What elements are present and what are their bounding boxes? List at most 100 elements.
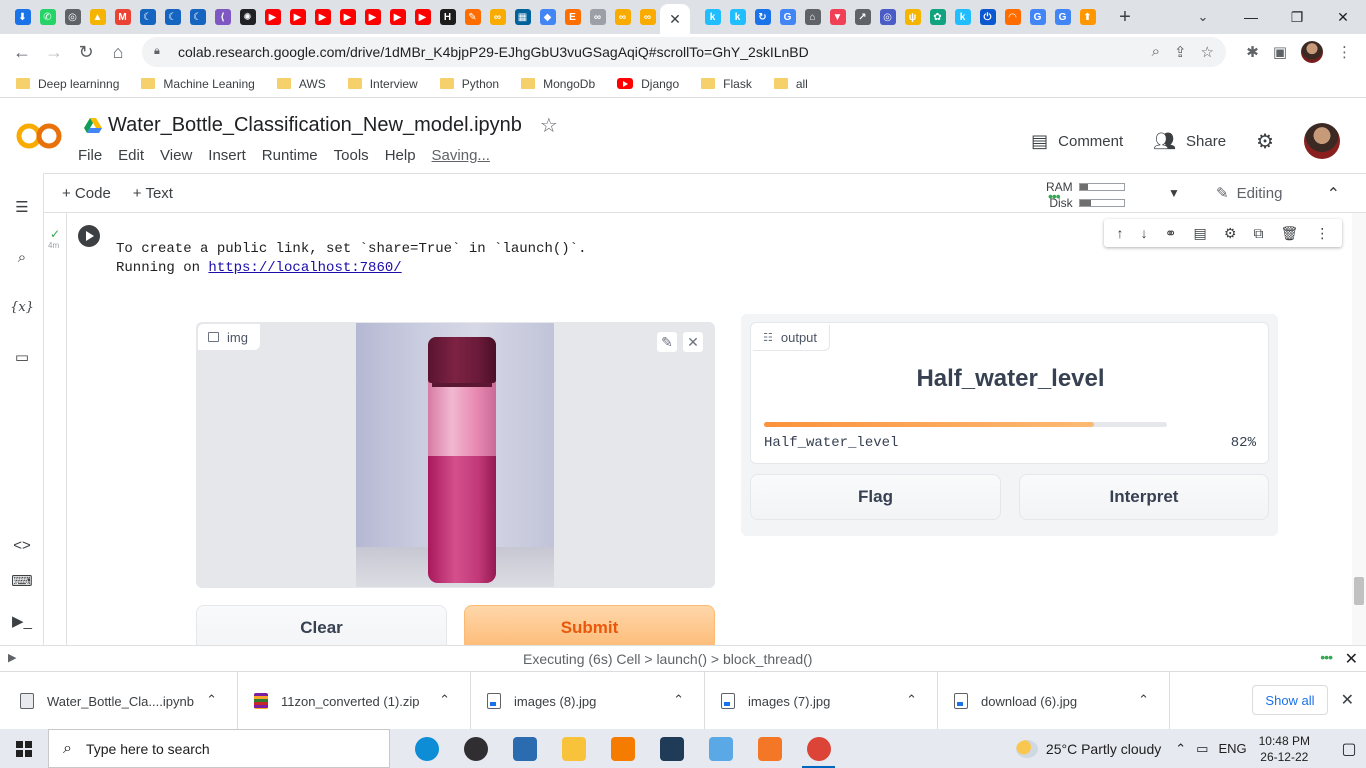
taskbar-app[interactable] (647, 729, 696, 768)
weather-widget[interactable]: 25°C Partly cloudy (1015, 739, 1161, 758)
browser-tab[interactable]: M (110, 0, 135, 34)
taskbar-app[interactable] (745, 729, 794, 768)
browser-tab[interactable]: ⌂ (800, 0, 825, 34)
browser-tab[interactable]: ☾ (160, 0, 185, 34)
bookmark-item[interactable]: all (773, 77, 808, 91)
bookmark-item[interactable]: Deep learninng (16, 77, 119, 91)
taskbar-app[interactable] (549, 729, 598, 768)
add-text-button[interactable]: + Text (133, 185, 173, 202)
download-item[interactable]: images (8).jpg ⌃ (471, 672, 705, 730)
colab-logo-icon[interactable] (16, 121, 62, 151)
edit-image-icon[interactable]: ✎ (656, 331, 678, 353)
google-drive-icon[interactable] (84, 117, 102, 134)
mirror-cell-icon[interactable]: ⧉ (1253, 225, 1263, 242)
resource-monitor[interactable]: RAM Disk (1046, 179, 1125, 211)
zoom-icon[interactable]: ⌕ (1152, 43, 1160, 61)
bookmark-star-icon[interactable]: ☆ (1201, 43, 1214, 61)
browser-tab[interactable]: ∞ (485, 0, 510, 34)
browser-tab[interactable]: ▶ (385, 0, 410, 34)
run-cell-button[interactable] (78, 225, 100, 247)
move-cell-down-icon[interactable]: ↓ (1141, 225, 1148, 241)
taskbar-search[interactable]: ⌕ Type here to search (48, 729, 390, 768)
new-tab-button[interactable]: + (1110, 0, 1140, 34)
bookmark-item[interactable]: Python (439, 77, 499, 91)
download-options-icon[interactable]: ⌃ (439, 692, 450, 708)
settings-gear-icon[interactable]: ⚙ (1256, 129, 1274, 154)
interpret-button[interactable]: Interpret (1019, 474, 1269, 520)
download-item[interactable]: Water_Bottle_Cla....ipynb ⌃ (0, 672, 238, 730)
browser-tab[interactable]: k (725, 0, 750, 34)
browser-tab[interactable]: ▼ (825, 0, 850, 34)
browser-tab[interactable]: G (1025, 0, 1050, 34)
download-item[interactable]: 11zon_converted (1).zip ⌃ (238, 672, 471, 730)
close-status-icon[interactable]: ✕ (1345, 649, 1358, 669)
menu-edit[interactable]: Edit (118, 147, 144, 164)
download-options-icon[interactable]: ⌃ (673, 692, 684, 708)
browser-tab[interactable]: ◠ (1000, 0, 1025, 34)
flag-button[interactable]: Flag (750, 474, 1001, 520)
more-actions-icon[interactable]: ⋮ (1315, 225, 1329, 242)
bookmark-item[interactable]: Interview (347, 77, 418, 91)
taskbar-app[interactable] (696, 729, 745, 768)
url-text[interactable]: colab.research.google.com/drive/1dMBr_K4… (178, 44, 809, 60)
variables-icon[interactable]: {x} (10, 297, 34, 317)
browser-tab[interactable]: ✿ (925, 0, 950, 34)
close-window-icon[interactable]: ✕ (1320, 0, 1366, 34)
browser-tab[interactable]: ▶ (335, 0, 360, 34)
menu-file[interactable]: File (78, 147, 102, 164)
delete-cell-icon[interactable]: 🗑︎ (1281, 225, 1299, 242)
expand-status-icon[interactable]: ▶ (8, 651, 16, 664)
restore-icon[interactable]: ❐ (1274, 0, 1320, 34)
browser-tab[interactable]: G (1050, 0, 1075, 34)
taskbar-app[interactable] (451, 729, 500, 768)
download-options-icon[interactable]: ⌃ (1138, 692, 1149, 708)
notifications-icon[interactable]: ▢ (1332, 729, 1366, 768)
browser-tab[interactable]: ▶ (310, 0, 335, 34)
files-folder-icon[interactable]: ▭ (12, 347, 32, 367)
clear-button[interactable]: Clear (196, 605, 447, 645)
lock-icon[interactable]: 🔒︎ (154, 45, 168, 59)
add-comment-icon[interactable]: ▤ (1194, 225, 1207, 242)
add-code-button[interactable]: + Code (62, 185, 111, 202)
close-tab-icon[interactable]: ✕ (669, 11, 681, 28)
scrollbar-thumb[interactable] (1354, 577, 1364, 605)
browser-tab[interactable]: ∞ (585, 0, 610, 34)
browser-tab[interactable]: G (775, 0, 800, 34)
saving-status[interactable]: Saving... (432, 147, 490, 164)
bookmark-item[interactable]: AWS (276, 77, 326, 91)
browser-tab[interactable]: k (700, 0, 725, 34)
back-icon[interactable]: ← (6, 36, 38, 68)
browser-tab[interactable]: k (950, 0, 975, 34)
taskbar-app[interactable] (598, 729, 647, 768)
table-of-contents-icon[interactable]: ☰ (12, 197, 32, 217)
browser-tab[interactable]: ⏻ (975, 0, 1000, 34)
browser-tab[interactable]: E (560, 0, 585, 34)
browser-tab[interactable]: ↻ (750, 0, 775, 34)
browser-tab[interactable]: ☾ (185, 0, 210, 34)
command-palette-icon[interactable]: ⌨ (11, 571, 33, 591)
link-to-cell-icon[interactable]: ⚭ (1165, 225, 1177, 242)
share-page-icon[interactable]: ⇪ (1174, 43, 1187, 61)
browser-tab[interactable]: ▶ (260, 0, 285, 34)
close-downloads-icon[interactable]: ✕ (1341, 690, 1354, 710)
code-snippets-icon[interactable]: <> (12, 535, 32, 555)
menu-runtime[interactable]: Runtime (262, 147, 318, 164)
extensions-icon[interactable]: ✱ (1246, 43, 1259, 61)
menu-tools[interactable]: Tools (334, 147, 369, 164)
clear-image-icon[interactable]: ✕ (682, 331, 704, 353)
minimize-icon[interactable]: — (1228, 0, 1274, 34)
browser-tab[interactable]: H (435, 0, 460, 34)
home-icon[interactable]: ⌂ (102, 36, 134, 68)
download-item[interactable]: download (6).jpg ⌃ (938, 672, 1170, 730)
terminal-icon[interactable]: ▶_ (12, 611, 32, 631)
browser-tab[interactable]: ▦ (510, 0, 535, 34)
browser-tab[interactable]: ◆ (535, 0, 560, 34)
bookmark-item[interactable]: Flask (701, 77, 752, 91)
localhost-link[interactable]: https://localhost:7860/ (208, 260, 401, 276)
menu-view[interactable]: View (160, 147, 192, 164)
menu-help[interactable]: Help (385, 147, 416, 164)
browser-tab[interactable]: ▶ (360, 0, 385, 34)
browser-tab[interactable]: ☾ (135, 0, 160, 34)
start-button[interactable] (0, 729, 48, 768)
tab-search-icon[interactable]: ⌄ (1188, 0, 1218, 34)
